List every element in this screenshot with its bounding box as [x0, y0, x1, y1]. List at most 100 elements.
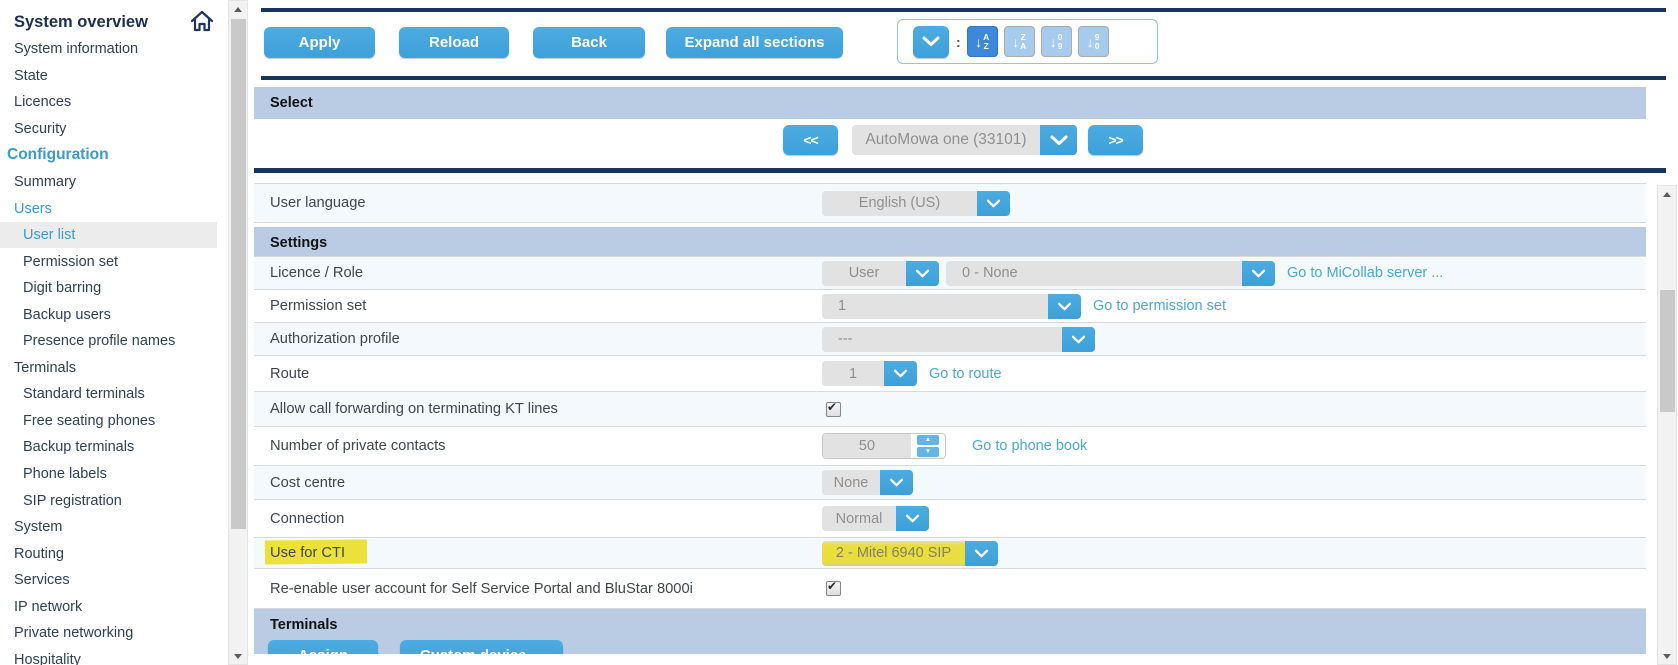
chevron-down-icon[interactable] [1062, 327, 1095, 352]
row-label: Re-enable user account for Self Service … [254, 581, 822, 597]
dropdown-0-none[interactable]: 0 - None [946, 261, 1275, 286]
chevron-down-icon[interactable] [1048, 294, 1081, 319]
sort-controls: : ↓AZ↓ZA↓09↓90 [897, 19, 1158, 64]
row-control: 50 ▲ ▼ [822, 433, 946, 459]
sidebar-item-services[interactable]: Services [0, 567, 208, 594]
row-label: Connection [254, 511, 822, 527]
previous-user-button[interactable]: << [783, 125, 838, 155]
dropdown-2-mitel-6940-sip[interactable]: 2 - Mitel 6940 SIP [822, 541, 998, 566]
go-to-phone-book-link[interactable]: Go to phone book [972, 438, 1087, 454]
form-row-route: Route1Go to route [254, 355, 1646, 392]
dropdown-user[interactable]: User [822, 261, 939, 286]
dropdown-value: English (US) [822, 191, 977, 216]
sidebar: System overview System informationStateL… [0, 0, 226, 665]
sidebar-item-phone-labels[interactable]: Phone labels [0, 461, 217, 488]
sort-a-to-z-button[interactable]: ↓AZ [967, 26, 998, 57]
assign-button[interactable]: Assign [268, 640, 378, 654]
chevron-down-icon[interactable] [880, 470, 913, 495]
spinner-down-icon[interactable]: ▼ [917, 447, 939, 457]
sidebar-item-summary[interactable]: Summary [0, 169, 208, 196]
row-label: User language [254, 195, 822, 211]
dropdown-value: 1 [822, 294, 1048, 319]
go-to-micollab-server-link[interactable]: Go to MiCollab server ... [1287, 265, 1443, 281]
chevron-down-icon[interactable] [977, 191, 1010, 216]
sidebar-item-hospitality[interactable]: Hospitality [0, 647, 208, 665]
go-to-permission-set-link[interactable]: Go to permission set [1093, 298, 1226, 314]
section-buttons: Assign Custom device ... [268, 640, 585, 654]
row-label: Allow call forwarding on terminating KT … [254, 401, 822, 417]
dropdown-1[interactable]: 1 [822, 294, 1081, 319]
sidebar-item-backup-users[interactable]: Backup users [0, 301, 217, 328]
sidebar-item-permission-set[interactable]: Permission set [0, 248, 217, 275]
app-window: System overview System informationStateL… [0, 0, 1678, 665]
sidebar-item-backup-terminals[interactable]: Backup terminals [0, 434, 217, 461]
row-control: 1 [822, 294, 1081, 319]
form-row-allow-call-forwarding-on-terminating-kt-lines: Allow call forwarding on terminating KT … [254, 391, 1646, 427]
sidebar-item-standard-terminals[interactable]: Standard terminals [0, 381, 217, 408]
sidebar-item-presence-profile-names[interactable]: Presence profile names [0, 328, 217, 355]
sidebar-item-user-list[interactable]: User list [0, 222, 217, 249]
dropdown-[interactable]: --- [822, 327, 1095, 352]
form-row-permission-set: Permission set1Go to permission set [254, 289, 1646, 323]
sidebar-item-digit-barring[interactable]: Digit barring [0, 275, 217, 302]
sidebar-item-routing[interactable]: Routing [0, 540, 208, 567]
content-scrollbar[interactable] [1657, 185, 1677, 665]
sidebar-item-sip-registration[interactable]: SIP registration [0, 487, 217, 514]
dropdown-value: 1 [822, 361, 884, 386]
custom-device-button[interactable]: Custom device ... [400, 640, 563, 654]
sidebar-item-system[interactable]: System [0, 514, 208, 541]
scroll-down-icon[interactable] [229, 649, 247, 663]
next-user-button[interactable]: >> [1088, 125, 1143, 155]
sidebar-item-system-information[interactable]: System information [0, 36, 208, 63]
form-row-number-of-private-contacts: Number of private contacts50▲▼Go to phon… [254, 426, 1646, 466]
sidebar-item-state[interactable]: State [0, 63, 208, 90]
dropdown-none[interactable]: None [822, 470, 913, 495]
reload-button[interactable]: Reload [399, 27, 509, 58]
chevron-down-icon[interactable] [965, 541, 998, 566]
form-row-re-enable-user-account-for-self-service-portal-and-blustar-8000i: Re-enable user account for Self Service … [254, 568, 1646, 609]
sidebar-item-private-networking[interactable]: Private networking [0, 620, 208, 647]
go-to-route-link[interactable]: Go to route [929, 366, 1002, 382]
back-button[interactable]: Back [533, 27, 645, 58]
scroll-up-icon[interactable] [1658, 187, 1676, 201]
sort-0-to-9-button[interactable]: ↓09 [1041, 26, 1072, 57]
sidebar-header: System overview [14, 8, 220, 37]
form-row-authorization-profile: Authorization profile--- [254, 322, 1646, 356]
chevron-down-icon[interactable] [1242, 261, 1275, 286]
expand-all-sections-button[interactable]: Expand all sections [666, 27, 843, 58]
sidebar-scrollbar-thumb[interactable] [231, 19, 246, 529]
user-select[interactable]: AutoMowa one (33101) [852, 125, 1077, 155]
row-label: Cost centre [254, 475, 822, 491]
scroll-up-icon[interactable] [229, 2, 247, 16]
dropdown-english-us[interactable]: English (US) [822, 191, 1010, 216]
chevron-down-icon[interactable] [884, 361, 917, 386]
spinner[interactable]: 50 ▲ ▼ [822, 433, 946, 459]
dropdown-value: 2 - Mitel 6940 SIP [822, 541, 965, 566]
scroll-down-icon[interactable] [1658, 649, 1676, 663]
chevron-down-icon[interactable] [896, 506, 929, 531]
sidebar-item-terminals[interactable]: Terminals [0, 355, 208, 382]
sort-dropdown-button[interactable] [913, 26, 949, 58]
spinner-up-icon[interactable]: ▲ [917, 435, 939, 445]
chevron-down-icon[interactable] [906, 261, 939, 286]
apply-button[interactable]: Apply [264, 27, 375, 58]
sidebar-item-free-seating-phones[interactable]: Free seating phones [0, 408, 217, 435]
home-icon[interactable] [190, 10, 214, 37]
sidebar-item-users[interactable]: Users [0, 195, 208, 222]
content-scrollbar-thumb[interactable] [1660, 290, 1675, 412]
chevron-down-icon[interactable] [1040, 125, 1077, 155]
sort-z-to-a-button[interactable]: ↓ZA [1004, 26, 1035, 57]
checkbox[interactable] [826, 581, 841, 596]
sidebar-item-licences[interactable]: Licences [0, 89, 208, 116]
dropdown-normal[interactable]: Normal [822, 506, 929, 531]
checkbox[interactable] [826, 402, 841, 417]
spinner-value: 50 [823, 434, 911, 458]
section-title: Settings [270, 235, 1646, 251]
sidebar-scrollbar[interactable] [228, 0, 248, 665]
sort-9-to-0-button[interactable]: ↓90 [1078, 26, 1109, 57]
highlight-annotation: Use for CTI [270, 545, 345, 561]
sort-9-to-0-icon: ↓90 [1087, 33, 1100, 50]
user-selector: << AutoMowa one (33101) >> [0, 125, 1678, 155]
sidebar-item-ip-network[interactable]: IP network [0, 593, 208, 620]
dropdown-1[interactable]: 1 [822, 361, 917, 386]
